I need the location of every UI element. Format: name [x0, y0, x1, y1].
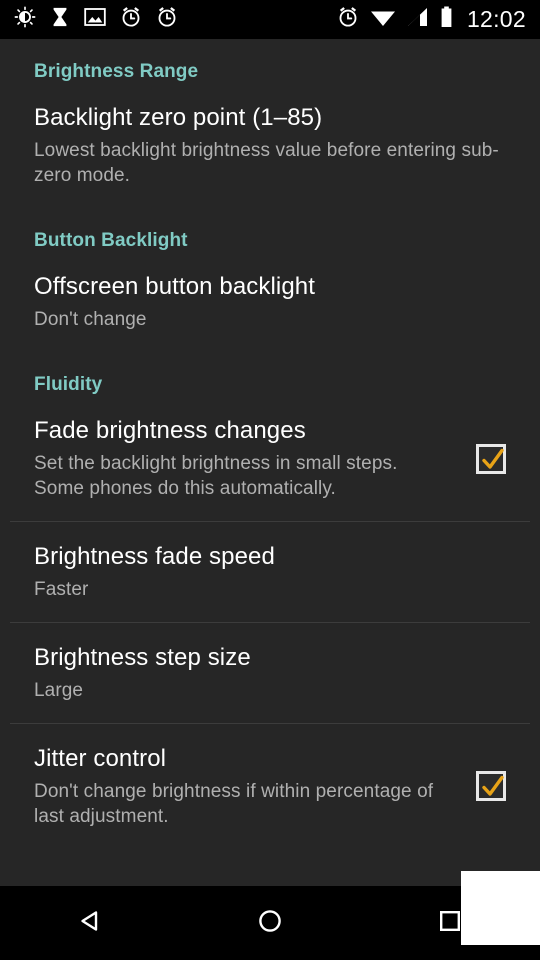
alarm-clock-icon [156, 6, 178, 33]
nav-back-button[interactable] [30, 886, 150, 960]
setting-summary: Large [34, 679, 84, 701]
setting-row-fade-brightness-changes[interactable]: Fade brightness changes Set the backligh… [0, 396, 540, 521]
section-brightness-range: Brightness Range Backlight zero point (1… [0, 39, 540, 208]
image-icon [84, 7, 106, 32]
status-bar-clock: 12:02 [466, 6, 526, 32]
setting-summary: Don't change [34, 308, 147, 330]
setting-row-offscreen-button-backlight[interactable]: Offscreen button backlight Don't change [0, 252, 540, 352]
settings-list[interactable]: Brightness Range Backlight zero point (1… [0, 39, 540, 886]
setting-row-brightness-step-size[interactable]: Brightness step size Large [0, 623, 540, 723]
section-button-backlight: Button Backlight Offscreen button backli… [0, 208, 540, 352]
alarm-clock-icon [337, 6, 359, 33]
cell-signal-icon [407, 7, 429, 32]
hourglass-icon [50, 6, 70, 33]
back-triangle-icon [76, 907, 104, 940]
home-circle-icon [256, 907, 284, 940]
setting-row-backlight-zero-point[interactable]: Backlight zero point (1–85) Lowest backl… [0, 83, 540, 208]
setting-row-brightness-fade-speed[interactable]: Brightness fade speed Faster [0, 522, 540, 622]
white-overlay-artifact [461, 871, 540, 945]
section-header: Fluidity [34, 373, 103, 395]
setting-title: Brightness step size [34, 643, 251, 671]
checkbox-fade-brightness-changes[interactable] [476, 443, 506, 474]
setting-title: Fade brightness changes [34, 416, 306, 444]
navigation-bar [0, 886, 540, 960]
setting-summary: Don't change brightness if within percen… [34, 780, 434, 827]
setting-summary: Faster [34, 578, 89, 600]
setting-title: Backlight zero point (1–85) [34, 104, 323, 131]
status-bar: 12:02 [0, 0, 540, 39]
battery-icon [440, 6, 453, 33]
brightness-icon [14, 6, 36, 33]
nav-home-button[interactable] [210, 886, 330, 960]
setting-row-jitter-control[interactable]: Jitter control Don't change brightness i… [0, 724, 540, 849]
status-bar-left-icons [14, 6, 178, 33]
checkbox-jitter-control[interactable] [476, 771, 506, 802]
setting-summary: Lowest backlight brightness value before… [34, 139, 499, 186]
setting-title: Offscreen button backlight [34, 273, 315, 301]
status-bar-right-icons: 12:02 [337, 6, 526, 33]
setting-title: Brightness fade speed [34, 543, 275, 571]
section-fluidity: Fluidity Fade brightness changes Set the… [0, 352, 540, 849]
setting-title: Jitter control [34, 744, 167, 772]
recents-square-icon [436, 907, 464, 940]
wifi-icon [370, 7, 396, 32]
phone-screen: 12:02 Brightness Range Backlight zero po… [0, 0, 540, 960]
section-header: Brightness Range [34, 61, 199, 82]
section-header: Button Backlight [34, 230, 188, 252]
alarm-clock-icon [120, 6, 142, 33]
setting-summary: Set the backlight brightness in small st… [34, 452, 398, 499]
